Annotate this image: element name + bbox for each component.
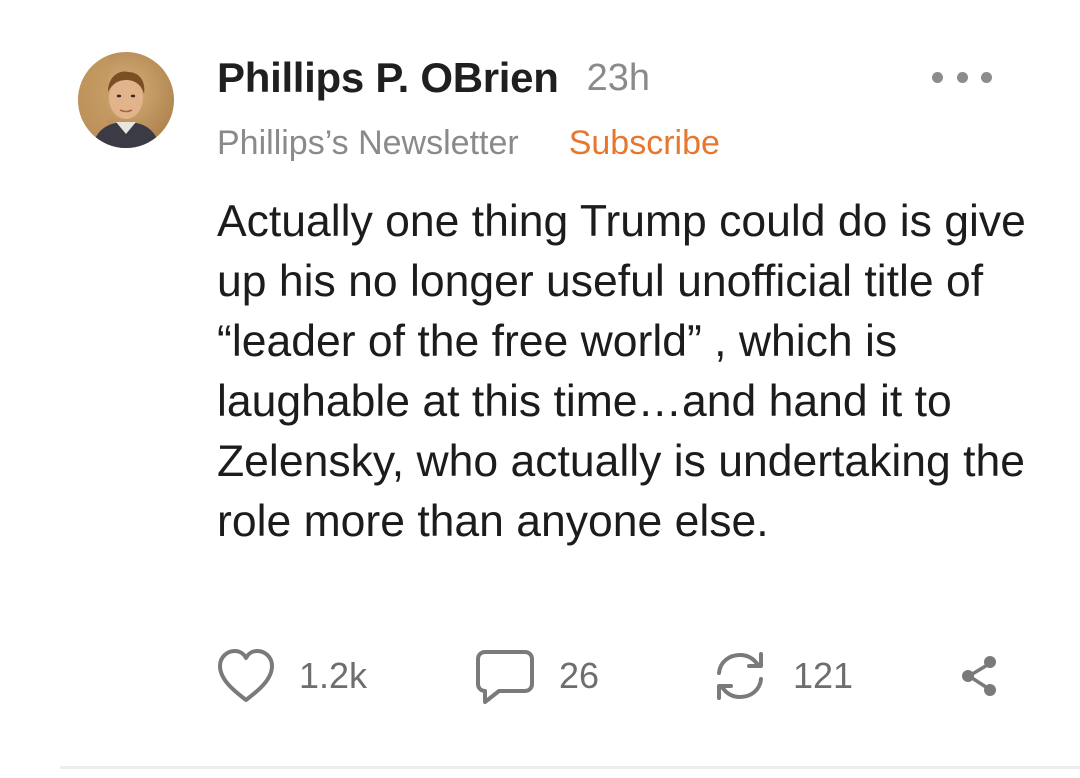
like-button[interactable]: 1.2k xyxy=(215,644,367,708)
comment-count: 26 xyxy=(559,655,600,696)
restack-icon xyxy=(717,652,763,700)
avatar-photo xyxy=(78,52,174,148)
subscribe-button[interactable]: Subscribe xyxy=(569,124,720,163)
comment-icon xyxy=(476,650,534,704)
note-card: Phillips P. OBrien 23h Phillips’s Newsle… xyxy=(0,0,1080,778)
publication-line: Phillips’s Newsletter Subscribe xyxy=(217,124,720,163)
author-name[interactable]: Phillips P. OBrien xyxy=(217,54,559,102)
more-dot-icon xyxy=(932,71,943,83)
timestamp: 23h xyxy=(586,56,650,99)
share-button[interactable] xyxy=(957,644,1001,708)
restack-count: 121 xyxy=(793,655,854,696)
more-options-button[interactable] xyxy=(932,62,992,92)
comment-button[interactable]: 26 xyxy=(473,644,599,708)
note-header: Phillips P. OBrien 23h xyxy=(217,50,1000,106)
action-bar: 1.2k 26 121 xyxy=(215,644,1015,708)
heart-icon xyxy=(218,649,274,702)
divider xyxy=(60,766,1080,769)
like-count: 1.2k xyxy=(299,655,368,696)
share-icon xyxy=(962,656,996,696)
restack-button[interactable]: 121 xyxy=(709,644,853,708)
avatar[interactable] xyxy=(78,52,174,148)
note-text: Actually one thing Trump could do is giv… xyxy=(217,197,1026,546)
more-dot-icon xyxy=(981,71,992,83)
newsletter-name[interactable]: Phillips’s Newsletter xyxy=(217,124,519,163)
more-dot-icon xyxy=(956,71,968,83)
